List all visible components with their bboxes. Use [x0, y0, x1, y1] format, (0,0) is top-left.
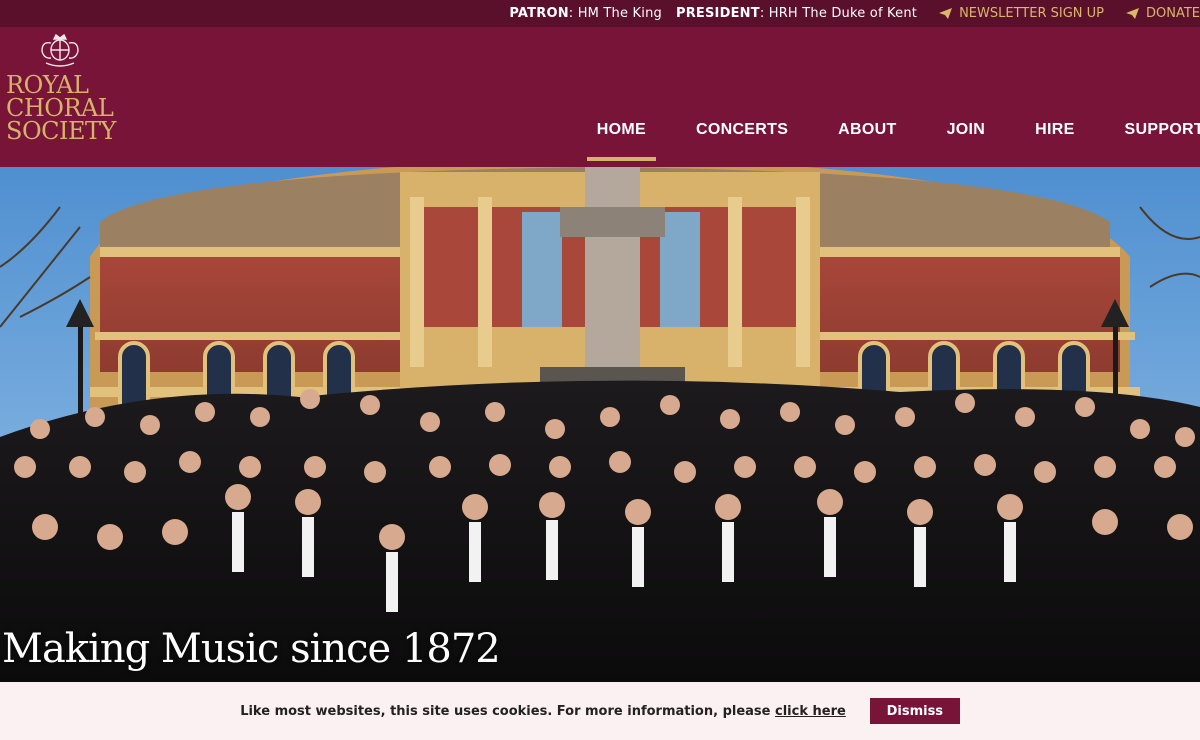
- newsletter-label: NEWSLETTER SIGN UP: [959, 6, 1104, 21]
- royal-crest-icon: [41, 33, 79, 67]
- nav-home[interactable]: HOME: [586, 121, 657, 161]
- top-bar: PATRON: HM The King PRESIDENT: HRH The D…: [0, 0, 1200, 27]
- paper-plane-icon: [939, 8, 953, 19]
- newsletter-link[interactable]: NEWSLETTER SIGN UP: [939, 6, 1104, 21]
- cookie-message-text: Like most websites, this site uses cooki…: [240, 703, 776, 719]
- nav-join[interactable]: JOIN: [947, 121, 986, 145]
- president-value: : HRH The Duke of Kent: [759, 6, 918, 21]
- hero-title: Making Music since 1872: [2, 626, 501, 672]
- president-info: PRESIDENT: HRH The Duke of Kent: [676, 6, 917, 21]
- paper-plane-icon: [1125, 8, 1139, 19]
- cookie-info-link[interactable]: click here: [775, 704, 846, 719]
- cookie-message: Like most websites, this site uses cooki…: [240, 704, 846, 719]
- nav-concerts[interactable]: CONCERTS: [696, 121, 788, 145]
- cookie-banner: Like most websites, this site uses cooki…: [0, 682, 1200, 740]
- nav-hire[interactable]: HIRE: [1035, 121, 1074, 145]
- logo[interactable]: ROYAL CHORAL SOCIETY: [6, 33, 116, 151]
- dismiss-button[interactable]: Dismiss: [869, 698, 960, 724]
- patron-label: PATRON: [509, 6, 569, 21]
- hero-banner: Making Music since 1872: [0, 167, 1200, 682]
- nav-support[interactable]: SUPPORT: [1125, 121, 1200, 145]
- hero-photo: [0, 167, 1200, 682]
- logo-line-society: SOCIETY: [6, 117, 116, 145]
- donate-label: DONATE: [1145, 6, 1200, 21]
- patron-info: PATRON: HM The King: [509, 6, 662, 21]
- site-header: ROYAL CHORAL SOCIETY HOME CONCERTS ABOUT…: [0, 27, 1200, 167]
- main-nav: HOME CONCERTS ABOUT JOIN HIRE SUPPORT: [547, 121, 1200, 161]
- nav-about[interactable]: ABOUT: [838, 121, 896, 145]
- donate-link[interactable]: DONATE: [1125, 6, 1200, 21]
- patron-value: : HM The King: [568, 6, 662, 21]
- president-label: PRESIDENT: [675, 6, 760, 21]
